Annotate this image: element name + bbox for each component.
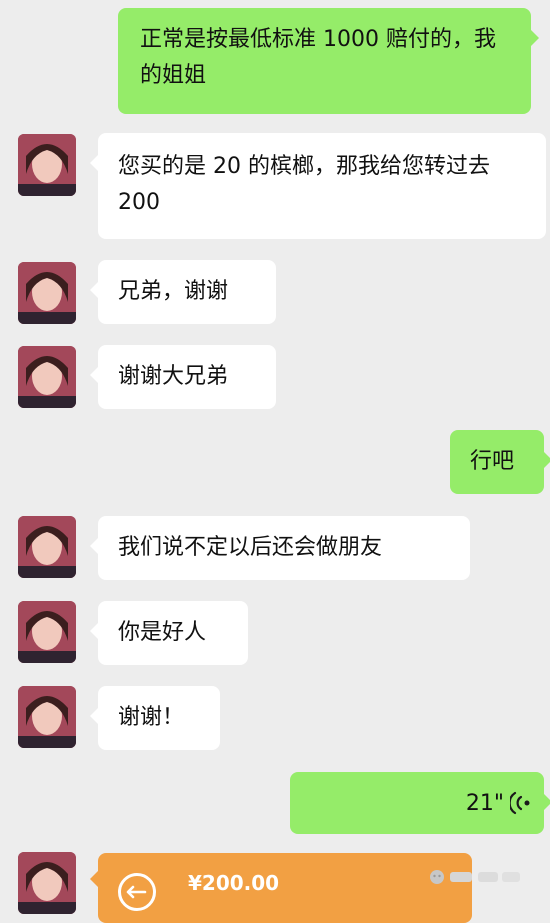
avatar-image bbox=[18, 346, 76, 408]
contact-avatar[interactable] bbox=[18, 262, 76, 324]
message-bubble-outgoing[interactable]: 行吧 bbox=[450, 430, 550, 494]
transfer-card[interactable]: ¥200.00 bbox=[90, 853, 472, 923]
avatar-image bbox=[18, 686, 76, 748]
avatar-image bbox=[18, 601, 76, 663]
watermark-logo bbox=[428, 868, 523, 886]
voice-duration: 21" bbox=[465, 791, 504, 816]
message-bubble-incoming[interactable]: 你是好人 bbox=[90, 601, 248, 665]
message-text: 您买的是 20 的槟榔，那我给您转过去 200 bbox=[118, 154, 490, 215]
message-text: 行吧 bbox=[470, 449, 515, 474]
voice-wave-icon bbox=[508, 791, 530, 827]
chat-view: 正常是按最低标准 1000 赔付的，我的姐姐 您买的是 20 的槟榔，那我给您转… bbox=[0, 0, 550, 923]
voice-message-bubble[interactable]: 21" bbox=[290, 772, 550, 834]
contact-avatar[interactable] bbox=[18, 601, 76, 663]
message-bubble-incoming[interactable]: 兄弟，谢谢 bbox=[90, 260, 276, 324]
message-text: 你是好人 bbox=[118, 620, 207, 645]
message-text: 兄弟，谢谢 bbox=[118, 279, 229, 304]
message-bubble-incoming[interactable]: 我们说不定以后还会做朋友 bbox=[90, 516, 470, 580]
message-text: 谢谢大兄弟 bbox=[118, 364, 229, 389]
message-text: 我们说不定以后还会做朋友 bbox=[118, 535, 383, 560]
message-bubble-incoming[interactable]: 您买的是 20 的槟榔，那我给您转过去 200 bbox=[90, 133, 546, 239]
contact-avatar[interactable] bbox=[18, 686, 76, 748]
contact-avatar[interactable] bbox=[18, 134, 76, 196]
avatar-image bbox=[18, 516, 76, 578]
message-text: 正常是按最低标准 1000 赔付的，我的姐姐 bbox=[140, 27, 496, 88]
transfer-arrow-icon bbox=[118, 873, 156, 911]
message-text: 谢谢！ bbox=[118, 705, 185, 730]
message-bubble-incoming[interactable]: 谢谢！ bbox=[90, 686, 220, 750]
message-bubble-incoming[interactable]: 谢谢大兄弟 bbox=[90, 345, 276, 409]
avatar-image bbox=[18, 134, 76, 196]
contact-avatar[interactable] bbox=[18, 516, 76, 578]
transfer-amount: ¥200.00 bbox=[188, 871, 280, 895]
message-bubble-outgoing[interactable]: 正常是按最低标准 1000 赔付的，我的姐姐 bbox=[118, 8, 539, 114]
contact-avatar[interactable] bbox=[18, 346, 76, 408]
avatar-image bbox=[18, 262, 76, 324]
